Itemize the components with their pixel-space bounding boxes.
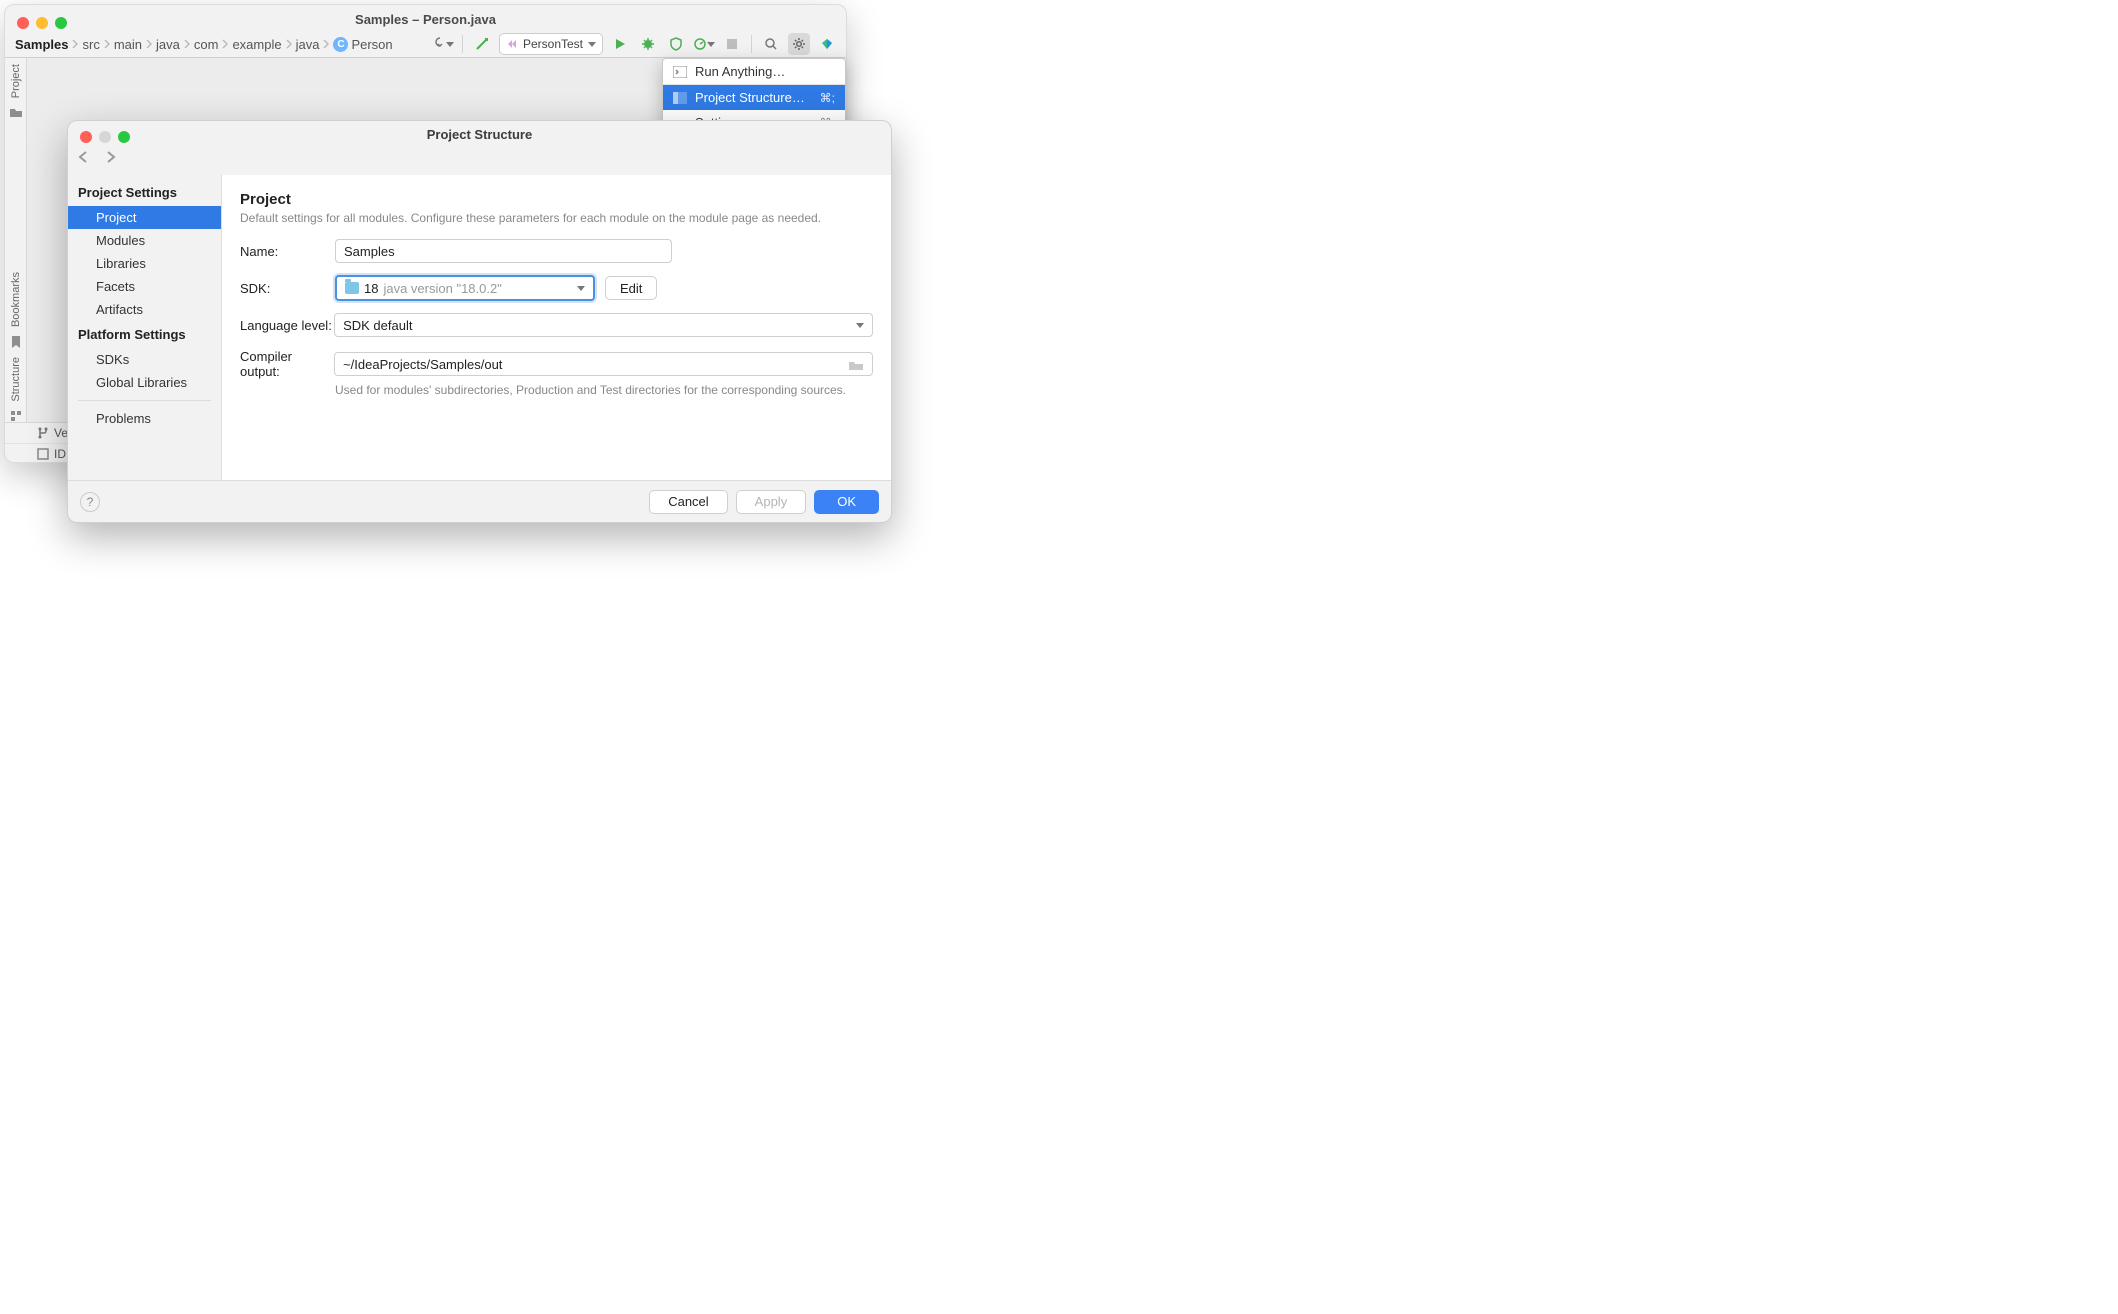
compiler-output-field[interactable]: ~/IdeaProjects/Samples/out <box>334 352 873 376</box>
sidebar-divider <box>78 400 211 401</box>
run-config-combo[interactable]: PersonTest <box>499 33 603 55</box>
crumb-src[interactable]: src <box>80 37 101 52</box>
language-level-combo[interactable]: SDK default <box>334 313 873 337</box>
run-button[interactable] <box>609 33 631 55</box>
sidebar-item-problems[interactable]: Problems <box>68 407 221 430</box>
search-button[interactable] <box>760 33 782 55</box>
run-config-icon <box>506 38 518 50</box>
sdk-folder-icon <box>345 282 359 294</box>
sidebar-item-facets[interactable]: Facets <box>68 275 221 298</box>
debug-button[interactable] <box>637 33 659 55</box>
sdk-label: SDK: <box>240 281 335 296</box>
language-level-label: Language level: <box>240 318 334 333</box>
cancel-button[interactable]: Cancel <box>649 490 727 514</box>
sidebar-item-sdks[interactable]: SDKs <box>68 348 221 371</box>
chevron-down-icon <box>707 42 715 47</box>
popup-project-structure-label: Project Structure… <box>695 90 805 105</box>
popup-run-anything[interactable]: Run Anything… <box>663 59 845 84</box>
project-structure-dialog: Project Structure Project Settings Proje… <box>67 120 892 523</box>
dialog-nav <box>78 151 120 163</box>
project-name-input[interactable] <box>335 239 672 263</box>
vcs-update-button[interactable] <box>432 33 454 55</box>
compiler-output-label: Compiler output: <box>240 349 334 379</box>
structure-toolwindow-tab[interactable]: Structure <box>10 357 22 402</box>
project-toolwindow-tab[interactable]: Project <box>10 64 22 98</box>
chevron-down-icon <box>856 323 864 328</box>
compiler-output-hint: Used for modules' subdirectories, Produc… <box>335 383 873 397</box>
sdk-number: 18 <box>364 281 378 296</box>
sidebar-item-artifacts[interactable]: Artifacts <box>68 298 221 321</box>
left-gutter: Project Bookmarks Structure <box>5 58 27 422</box>
browse-folder-icon[interactable] <box>848 358 864 371</box>
sdk-combo[interactable]: 18 java version "18.0.2" <box>335 275 595 301</box>
compiler-output-value: ~/IdeaProjects/Samples/out <box>343 357 502 372</box>
crumb-main[interactable]: main <box>112 37 144 52</box>
apply-button[interactable]: Apply <box>736 490 807 514</box>
dialog-main-panel: Project Default settings for all modules… <box>222 175 891 480</box>
project-structure-icon <box>673 92 687 104</box>
sidebar-item-project[interactable]: Project <box>68 206 221 229</box>
chevron-down-icon <box>588 42 596 47</box>
run-config-label: PersonTest <box>523 37 583 51</box>
square-icon <box>37 448 49 460</box>
ide-toolbar: Samples src main java com example java C… <box>5 31 846 58</box>
coverage-button[interactable] <box>665 33 687 55</box>
sidebar-item-global-libraries[interactable]: Global Libraries <box>68 371 221 394</box>
dialog-sidebar: Project Settings Project Modules Librari… <box>68 175 222 480</box>
chevron-down-icon <box>577 286 585 291</box>
chevron-right-icon <box>184 39 190 49</box>
crumb-class-label: Person <box>351 37 392 52</box>
back-button[interactable] <box>78 151 94 163</box>
crumb-java[interactable]: java <box>154 37 182 52</box>
chevron-right-icon <box>286 39 292 49</box>
stop-button[interactable] <box>721 33 743 55</box>
bookmark-icon <box>11 335 21 349</box>
vcs-branch-icon <box>37 427 49 439</box>
crumb-java2[interactable]: java <box>294 37 322 52</box>
sidebar-item-modules[interactable]: Modules <box>68 229 221 252</box>
chevron-right-icon <box>146 39 152 49</box>
terminal-icon <box>673 66 687 78</box>
dialog-title: Project Structure <box>68 127 891 142</box>
crumb-example[interactable]: example <box>230 37 283 52</box>
breadcrumb: Samples src main java com example java C… <box>13 37 432 52</box>
class-icon: C <box>333 37 348 52</box>
chevron-right-icon <box>323 39 329 49</box>
profile-button[interactable] <box>693 33 715 55</box>
build-button[interactable] <box>471 33 493 55</box>
crumb-com[interactable]: com <box>192 37 221 52</box>
forward-button[interactable] <box>104 151 120 163</box>
panel-heading: Project <box>240 191 873 208</box>
window-title: Samples – Person.java <box>5 12 846 27</box>
sidebar-heading-platform-settings: Platform Settings <box>68 321 221 348</box>
sidebar-heading-project-settings: Project Settings <box>68 179 221 206</box>
popup-project-structure[interactable]: Project Structure… ⌘; <box>663 85 845 110</box>
crumb-class[interactable]: C Person <box>331 37 394 52</box>
name-label: Name: <box>240 244 335 259</box>
popup-run-anything-label: Run Anything… <box>695 64 785 79</box>
settings-gear-button[interactable] <box>788 33 810 55</box>
chevron-right-icon <box>72 39 78 49</box>
chevron-down-icon <box>446 42 454 47</box>
panel-description: Default settings for all modules. Config… <box>240 211 873 225</box>
chevron-right-icon <box>104 39 110 49</box>
dialog-footer: ? Cancel Apply OK <box>68 480 891 522</box>
language-level-value: SDK default <box>343 318 412 333</box>
bookmarks-toolwindow-tab[interactable]: Bookmarks <box>10 272 22 327</box>
sdk-version: java version "18.0.2" <box>383 281 501 296</box>
ok-button[interactable]: OK <box>814 490 879 514</box>
help-button[interactable]: ? <box>80 492 100 512</box>
popup-project-structure-shortcut: ⌘; <box>820 91 835 105</box>
code-with-me-button[interactable] <box>816 33 838 55</box>
sidebar-item-libraries[interactable]: Libraries <box>68 252 221 275</box>
structure-icon <box>10 410 22 422</box>
toolbar-right: PersonTest <box>432 33 838 55</box>
crumb-root[interactable]: Samples <box>13 37 70 52</box>
sdk-edit-button[interactable]: Edit <box>605 276 657 300</box>
folder-icon <box>9 106 23 118</box>
chevron-right-icon <box>222 39 228 49</box>
